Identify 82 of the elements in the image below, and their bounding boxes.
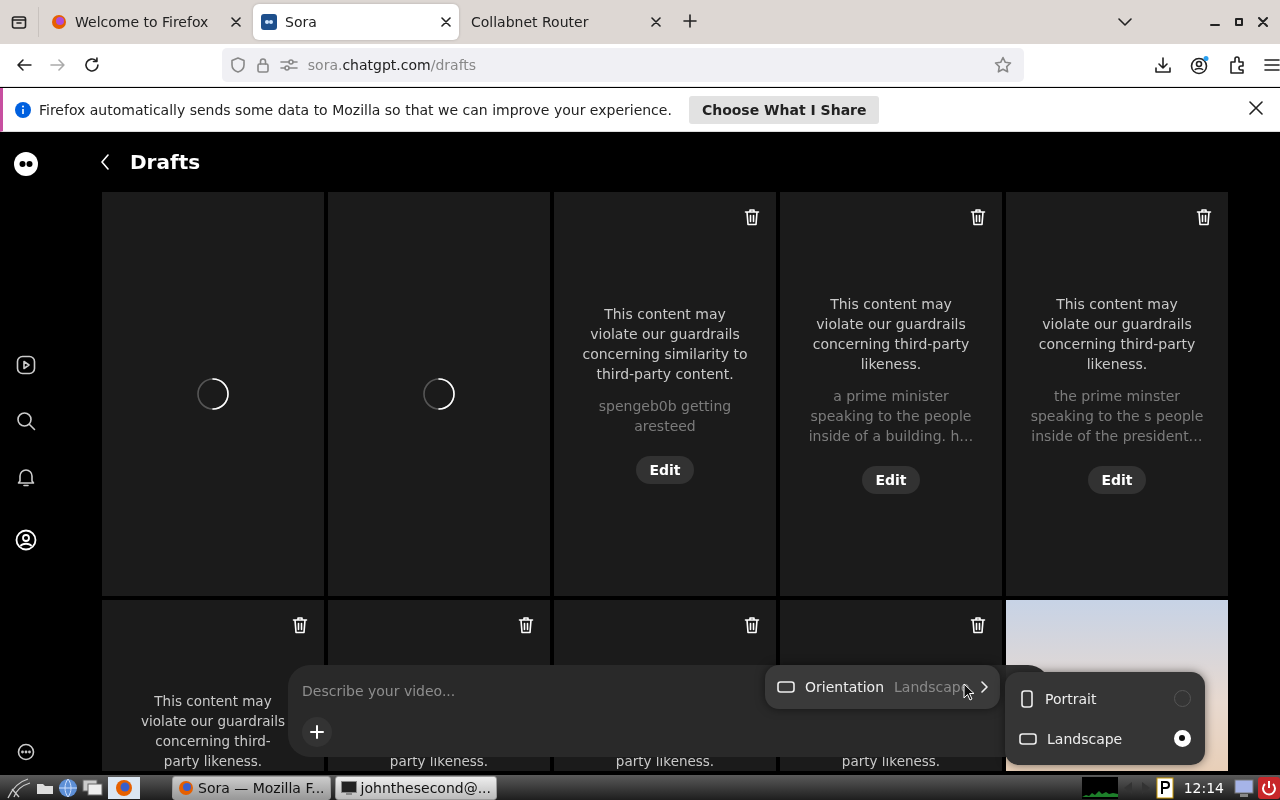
bookmark-star-icon[interactable] <box>994 56 1012 74</box>
browser-tab[interactable]: Welcome to Firefox <box>43 4 249 40</box>
loading-spinner-icon <box>196 377 230 411</box>
power-icon[interactable] <box>1258 776 1280 799</box>
add-button[interactable] <box>302 717 332 747</box>
monitor-icon[interactable] <box>1234 777 1254 798</box>
close-icon[interactable] <box>1258 17 1268 27</box>
choose-what-i-share-button[interactable]: Choose What I Share <box>688 95 880 124</box>
browser-logo-icon <box>51 14 67 30</box>
warning-message: This content may violate our guardrails concerning third-party likeness. <box>139 692 287 771</box>
new-tab-icon[interactable] <box>683 13 697 28</box>
browser-logo-icon[interactable] <box>108 776 140 799</box>
trash-icon[interactable] <box>518 616 534 634</box>
profile-icon[interactable] <box>15 529 37 551</box>
menu-icon[interactable] <box>1264 58 1280 72</box>
video-icon[interactable] <box>16 355 36 375</box>
landscape-icon <box>1019 730 1037 747</box>
orientation-label: Orientation <box>805 679 885 695</box>
warning-message: party likeness. <box>841 752 941 771</box>
maximize-icon[interactable] <box>1234 17 1244 27</box>
close-icon[interactable] <box>231 17 241 27</box>
back-icon[interactable] <box>100 154 110 170</box>
trash-icon[interactable] <box>744 616 760 634</box>
trash-icon[interactable] <box>292 616 308 634</box>
windows-icon[interactable] <box>82 778 104 797</box>
plus-icon <box>310 725 324 739</box>
warning-message: party likeness. <box>615 752 715 771</box>
download-icon[interactable] <box>1154 56 1172 74</box>
extensions-icon[interactable] <box>1228 56 1246 74</box>
landscape-icon <box>777 679 795 695</box>
trash-icon[interactable] <box>744 208 760 226</box>
shield-icon <box>229 57 246 73</box>
close-icon[interactable] <box>651 17 661 27</box>
info-icon <box>15 101 31 118</box>
page-title: Drafts <box>130 150 201 174</box>
more-icon[interactable] <box>17 743 35 761</box>
back-icon[interactable] <box>16 57 32 73</box>
warning-message: This content may violate our guardrails concerning third-party likeness. <box>811 295 971 374</box>
address-bar[interactable]: sora.chatgpt.com/drafts <box>221 48 1024 82</box>
prompt-text: a prime minister speaking to the people inside of a building. h… <box>807 387 975 446</box>
taskbar-window-button[interactable]: johnthesecond@... <box>334 775 497 800</box>
taskbar-window-button[interactable]: Sora — Mozilla F... <box>172 775 331 800</box>
tab-list-icon[interactable] <box>11 14 27 30</box>
close-icon[interactable] <box>441 17 451 27</box>
prompt-input-field[interactable]: Describe your video... <box>302 683 702 699</box>
clock: 12:14 <box>1183 779 1224 796</box>
cpu-graph-icon <box>1081 776 1118 799</box>
portrait-icon <box>1019 689 1035 708</box>
notification-message: Firefox automatically sends some data to Mozilla so that we can improve your experience. <box>39 101 672 118</box>
search-icon[interactable] <box>16 411 36 431</box>
edit-button[interactable]: Edit <box>636 456 694 484</box>
orientation-option[interactable]: Landscape <box>1013 721 1197 756</box>
url-text: sora.chatgpt.com/drafts <box>307 57 478 73</box>
start-menu-icon[interactable] <box>6 776 32 799</box>
trash-icon[interactable] <box>970 616 986 634</box>
app-logo-icon[interactable] <box>13 151 39 177</box>
app-logo-icon <box>261 14 277 30</box>
chevron-right-icon <box>980 681 988 693</box>
trash-icon[interactable] <box>1196 208 1212 226</box>
reload-icon[interactable] <box>83 57 100 73</box>
prompt-text: the prime minster speaking to the s people inside of the president… <box>1029 387 1205 446</box>
terminal-icon <box>340 780 357 795</box>
loading-spinner-icon <box>422 377 456 411</box>
browser-logo-icon <box>178 779 194 796</box>
permissions-icon[interactable] <box>279 58 298 72</box>
close-icon[interactable] <box>1249 101 1263 115</box>
browser-tab[interactable]: Collabnet Router <box>463 4 669 40</box>
trash-icon[interactable] <box>970 208 986 226</box>
edit-button[interactable]: Edit <box>1088 466 1146 494</box>
warning-message: This content may violate our guardrails concerning similarity to third-party content. <box>581 305 749 384</box>
bell-icon[interactable] <box>16 467 36 487</box>
orientation-option[interactable]: Portrait <box>1013 681 1197 716</box>
parking-icon[interactable] <box>1155 776 1174 799</box>
lock-icon <box>255 57 270 73</box>
globe-icon[interactable] <box>58 777 78 798</box>
warning-message: party likeness. <box>389 752 489 771</box>
prompt-text: spengeb0b getting aresteed <box>597 397 733 436</box>
edit-button[interactable]: Edit <box>862 466 920 494</box>
warning-message: This content may violate our guardrails concerning third-party likeness. <box>1037 295 1197 374</box>
account-icon[interactable] <box>1190 55 1210 75</box>
browser-tab[interactable]: Sora <box>253 4 459 40</box>
chevron-down-icon[interactable] <box>1118 17 1132 27</box>
